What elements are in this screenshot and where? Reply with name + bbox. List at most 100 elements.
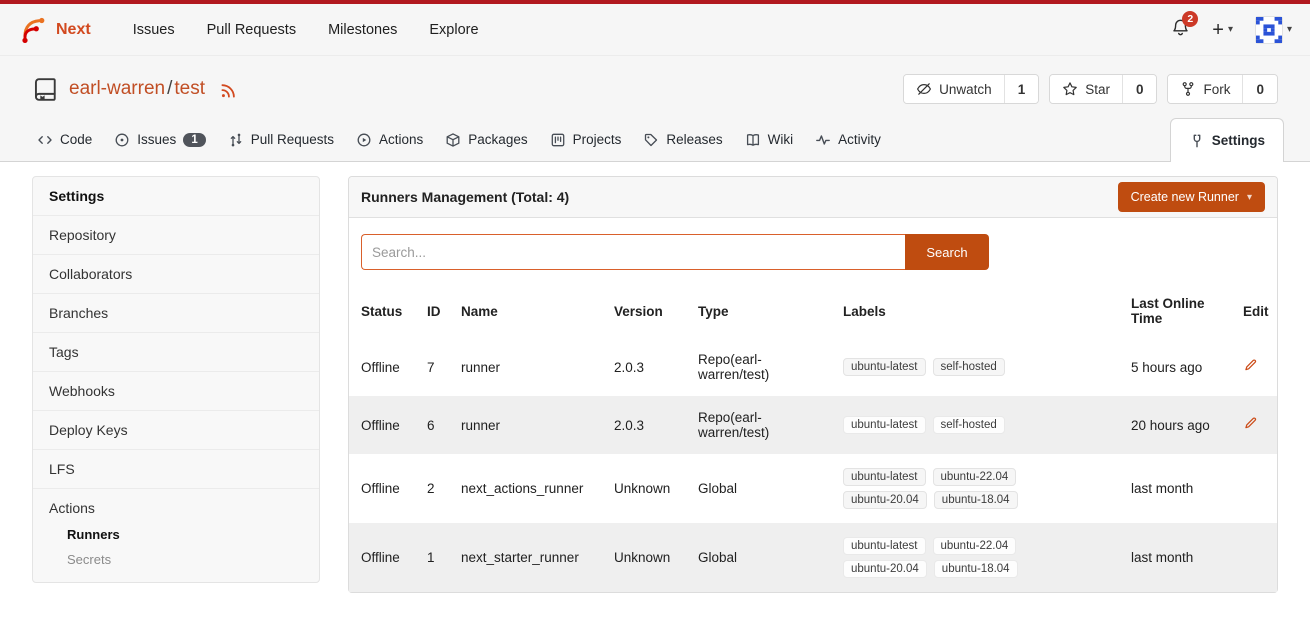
runner-last-online: 20 hours ago	[1119, 396, 1231, 454]
search-row: Search	[349, 218, 1277, 284]
table-row: Offline 2 next_actions_runner Unknown Gl…	[349, 454, 1277, 523]
tab-wiki-label: Wiki	[768, 132, 794, 147]
package-icon	[445, 132, 461, 148]
issues-count-badge: 1	[183, 133, 205, 147]
tab-releases[interactable]: Releases	[632, 118, 733, 161]
sidebar-item-tags[interactable]: Tags	[33, 332, 319, 371]
label-chip: ubuntu-20.04	[843, 560, 927, 578]
tab-projects[interactable]: Projects	[539, 118, 633, 161]
forks-count[interactable]: 0	[1242, 75, 1277, 103]
sidebar-item-collaborators[interactable]: Collaborators	[33, 254, 319, 293]
eye-slash-icon	[916, 81, 932, 97]
col-last-online: Last Online Time	[1119, 284, 1231, 338]
runner-labels: ubuntu-latest self-hosted	[843, 358, 1048, 376]
star-label: Star	[1085, 82, 1110, 97]
nav-issues[interactable]: Issues	[117, 12, 191, 48]
runner-name: runner	[449, 396, 602, 454]
tab-settings[interactable]: Settings	[1170, 118, 1284, 162]
search-button[interactable]: Search	[905, 234, 989, 270]
sidebar-item-webhooks[interactable]: Webhooks	[33, 371, 319, 410]
runner-type: Global	[686, 523, 831, 592]
pulse-icon	[815, 132, 831, 148]
runner-id: 1	[415, 523, 449, 592]
plus-icon: +	[1212, 20, 1224, 40]
runner-version: 2.0.3	[602, 338, 686, 396]
table-row: Offline 6 runner 2.0.3 Repo(earl-warren/…	[349, 396, 1277, 454]
star-icon	[1062, 81, 1078, 97]
rss-icon[interactable]	[219, 80, 238, 99]
panel-title: Runners Management (Total: 4)	[361, 189, 569, 205]
sidebar-item-lfs[interactable]: LFS	[33, 449, 319, 488]
runner-labels: ubuntu-latest ubuntu-22.04 ubuntu-20.04 …	[843, 537, 1048, 578]
sidebar-item-runners[interactable]: Runners	[33, 522, 319, 547]
runner-labels: ubuntu-latest ubuntu-22.04 ubuntu-20.04 …	[843, 468, 1048, 509]
tab-activity[interactable]: Activity	[804, 118, 892, 161]
runner-status: Offline	[349, 396, 415, 454]
watch-button-group: Unwatch 1	[903, 74, 1039, 104]
tab-projects-label: Projects	[573, 132, 622, 147]
tab-code[interactable]: Code	[26, 118, 103, 161]
runner-id: 2	[415, 454, 449, 523]
label-chip: ubuntu-22.04	[933, 537, 1017, 555]
runner-status: Offline	[349, 454, 415, 523]
runner-status: Offline	[349, 523, 415, 592]
sidebar-item-secrets[interactable]: Secrets	[33, 547, 319, 572]
sidebar-item-deploy-keys[interactable]: Deploy Keys	[33, 410, 319, 449]
fork-icon	[1180, 81, 1196, 97]
tab-packages[interactable]: Packages	[434, 118, 538, 161]
tab-actions-label: Actions	[379, 132, 423, 147]
label-chip: self-hosted	[933, 416, 1005, 434]
label-chip: ubuntu-18.04	[934, 560, 1018, 578]
pencil-icon	[1243, 358, 1258, 373]
create-runner-label: Create new Runner	[1131, 190, 1239, 204]
search-input[interactable]	[361, 234, 905, 270]
unwatch-button[interactable]: Unwatch	[904, 75, 1004, 103]
user-menu-button[interactable]: ▾	[1255, 16, 1292, 44]
table-row: Offline 1 next_starter_runner Unknown Gl…	[349, 523, 1277, 592]
create-menu-button[interactable]: + ▾	[1212, 20, 1233, 40]
watchers-count[interactable]: 1	[1004, 75, 1039, 103]
tab-wiki[interactable]: Wiki	[734, 118, 805, 161]
edit-runner-button[interactable]	[1243, 358, 1258, 373]
tab-issues[interactable]: Issues 1	[103, 118, 216, 161]
nav-explore[interactable]: Explore	[413, 12, 494, 48]
runner-labels: ubuntu-latest self-hosted	[843, 416, 1048, 434]
repo-tabs: Code Issues 1 Pull Requests	[0, 118, 1310, 162]
caret-down-icon: ▾	[1287, 24, 1292, 35]
label-chip: self-hosted	[933, 358, 1005, 376]
tab-actions[interactable]: Actions	[345, 118, 434, 161]
forgejo-logo	[18, 15, 48, 45]
create-runner-button[interactable]: Create new Runner ▾	[1118, 182, 1265, 212]
book-icon	[745, 132, 761, 148]
git-pull-request-icon	[228, 132, 244, 148]
issue-opened-icon	[114, 132, 130, 148]
notifications-button[interactable]: 2	[1171, 18, 1190, 42]
sidebar-item-actions[interactable]: Actions	[33, 489, 319, 522]
sidebar-item-branches[interactable]: Branches	[33, 293, 319, 332]
repo-owner-link[interactable]: earl-warren	[69, 78, 165, 99]
repo-name-link[interactable]: test	[174, 78, 205, 99]
tab-pull-requests[interactable]: Pull Requests	[217, 118, 345, 161]
star-button[interactable]: Star	[1050, 75, 1122, 103]
sidebar-item-repository[interactable]: Repository	[33, 215, 319, 254]
stars-count[interactable]: 0	[1122, 75, 1157, 103]
pencil-icon	[1243, 416, 1258, 431]
nav-pull-requests[interactable]: Pull Requests	[191, 12, 312, 48]
label-chip: ubuntu-18.04	[934, 491, 1018, 509]
runner-name: next_starter_runner	[449, 523, 602, 592]
identicon-avatar	[1255, 16, 1283, 44]
fork-button[interactable]: Fork	[1168, 75, 1242, 103]
col-edit: Edit	[1231, 284, 1277, 338]
edit-runner-button[interactable]	[1243, 416, 1258, 431]
nav-milestones[interactable]: Milestones	[312, 12, 413, 48]
col-labels: Labels	[831, 284, 1119, 338]
top-navbar: Next Issues Pull Requests Milestones Exp…	[0, 4, 1310, 56]
repo-action-buttons: Unwatch 1 Star 0	[903, 74, 1278, 104]
content-area: Settings Repository Collaborators Branch…	[0, 162, 1310, 593]
repo-icon	[32, 76, 59, 103]
home-link[interactable]: Next	[18, 15, 91, 45]
runners-panel: Runners Management (Total: 4) Create new…	[348, 176, 1278, 593]
tool-icon	[1189, 133, 1205, 149]
col-type: Type	[686, 284, 831, 338]
tab-releases-label: Releases	[666, 132, 722, 147]
